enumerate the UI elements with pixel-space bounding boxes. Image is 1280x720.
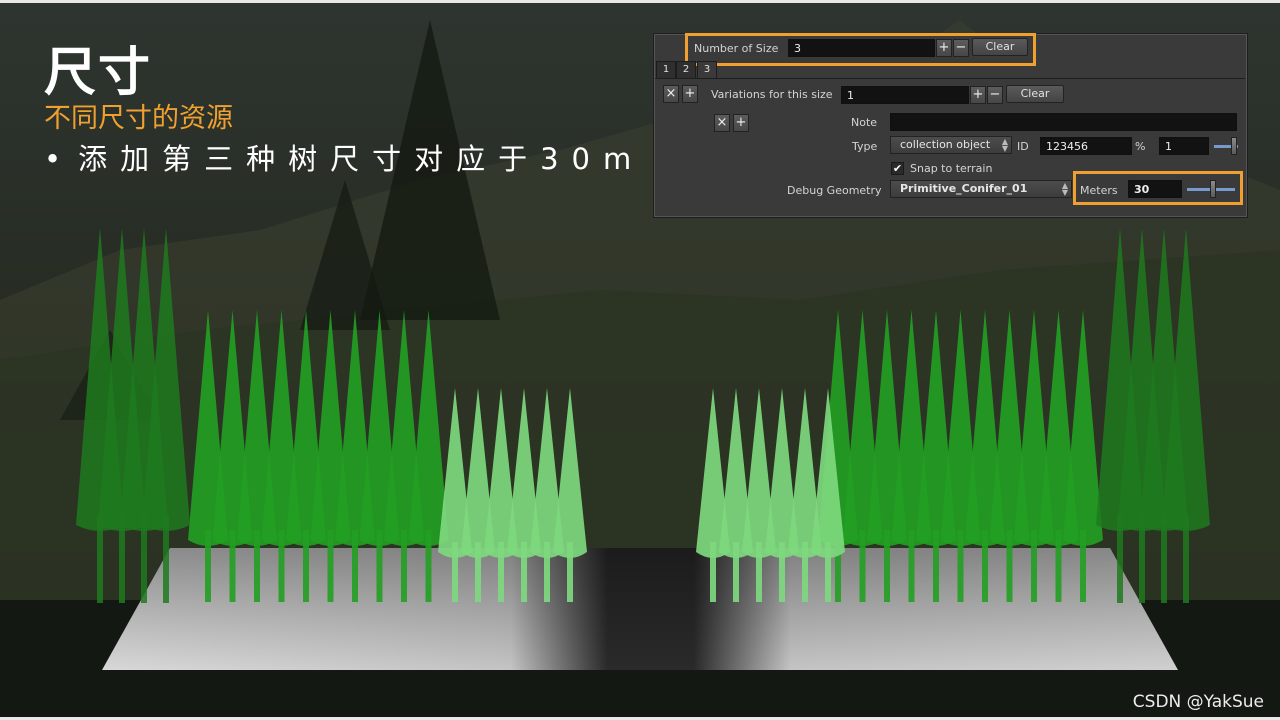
percent-input[interactable]: 1 [1159, 137, 1209, 155]
tab-size-2[interactable]: 2 [676, 61, 696, 78]
debug-geometry-value: Primitive_Conifer_01 [900, 182, 1028, 195]
size-settings-panel: Number of Size 3 + − Clear 1 2 3 × + Var… [653, 33, 1248, 218]
add-size-button[interactable]: + [682, 85, 698, 103]
slide-subtitle: 不同尺寸的资源 [44, 103, 233, 134]
bullet-text: 添加第三种树尺寸对应于30m [78, 142, 645, 176]
updown-arrows-icon: ▲ ▼ [1061, 181, 1068, 197]
percent-slider-handle[interactable] [1231, 137, 1237, 155]
variations-input[interactable]: 1 [841, 86, 969, 104]
percent-slider[interactable] [1214, 137, 1238, 155]
note-input[interactable] [890, 113, 1237, 131]
updown-arrows-icon: ▲ ▼ [1001, 137, 1008, 153]
slide-title: 尺寸 [44, 43, 153, 103]
type-label: Type [852, 140, 878, 153]
id-label: ID [1017, 140, 1029, 153]
type-select-value: collection object [900, 138, 991, 151]
note-label: Note [851, 116, 878, 129]
meters-highlight [1073, 171, 1243, 205]
percent-label: % [1135, 140, 1146, 153]
tab-size-3[interactable]: 3 [697, 61, 717, 78]
number-of-size-highlight [685, 33, 1036, 66]
snap-to-terrain-checkbox[interactable]: ✔ [891, 162, 904, 175]
tab-size-1[interactable]: 1 [656, 61, 676, 78]
add-variation-button[interactable]: + [733, 114, 749, 132]
debug-geometry-select[interactable]: Primitive_Conifer_01 ▲ ▼ [890, 180, 1072, 198]
debug-geometry-label: Debug Geometry [787, 184, 882, 197]
bullet-dot: • [44, 142, 75, 176]
type-select[interactable]: collection object ▲ ▼ [890, 136, 1012, 154]
slide-bullet: • 添加第三种树尺寸对应于30m [44, 136, 644, 178]
variations-decrement-button[interactable]: − [987, 86, 1003, 104]
remove-variation-button[interactable]: × [714, 114, 730, 132]
id-input[interactable]: 123456 [1040, 137, 1132, 155]
variations-increment-button[interactable]: + [970, 86, 986, 104]
remove-size-button[interactable]: × [663, 85, 679, 103]
snap-to-terrain-label: Snap to terrain [910, 162, 993, 175]
variations-label: Variations for this size [711, 88, 833, 101]
variations-clear-button[interactable]: Clear [1006, 85, 1064, 103]
watermark: CSDN @YakSue [1132, 692, 1264, 712]
tab-divider [655, 78, 1245, 79]
